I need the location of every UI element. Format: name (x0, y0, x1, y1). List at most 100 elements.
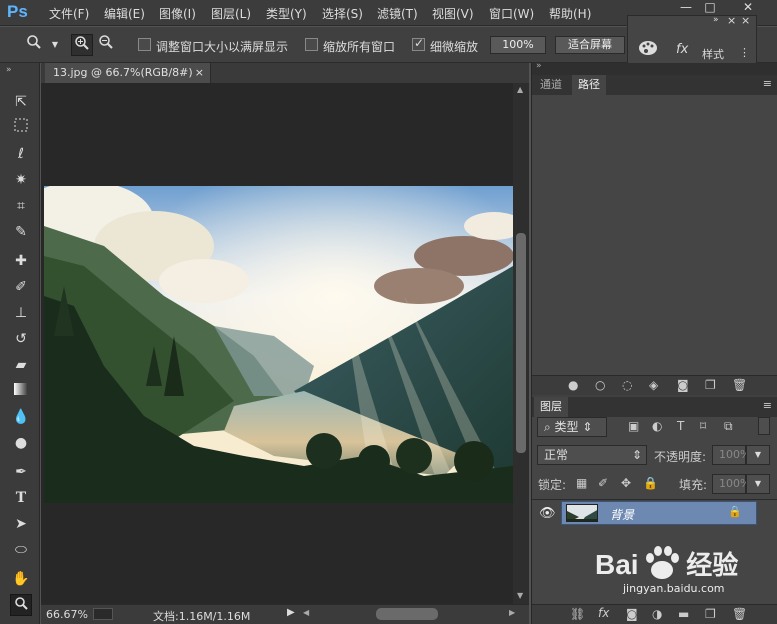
scroll-left-icon[interactable]: ◀ (303, 608, 309, 617)
status-menu-arrow-icon[interactable]: ▶ (287, 607, 295, 618)
actual-pixels-button[interactable]: 100% (490, 36, 546, 54)
filter-toggle[interactable] (758, 417, 770, 435)
stroke-path-icon[interactable]: ○ (595, 378, 605, 392)
palette-icon[interactable] (638, 40, 658, 60)
history-brush-icon[interactable]: ↺ (10, 328, 32, 350)
delete-path-icon[interactable]: 🗑 (732, 378, 747, 392)
new-group-icon[interactable]: ▬ (678, 607, 689, 621)
blend-mode-select[interactable]: 正常 ⇕ (537, 445, 647, 465)
close-button[interactable]: ✕ (737, 0, 759, 14)
hand-tool-icon[interactable]: ✋ (10, 568, 32, 590)
dodge-tool-icon[interactable]: ● (10, 432, 32, 454)
add-mask-icon[interactable]: ◙ (677, 378, 689, 392)
filter-shape-icon[interactable]: ⌑ (700, 419, 706, 433)
load-selection-icon[interactable]: ◌ (622, 378, 632, 392)
scroll-down-icon[interactable]: ▼ (517, 591, 523, 600)
zoom-in-icon[interactable] (71, 34, 93, 56)
styles-label[interactable]: 样式 (702, 46, 724, 62)
zoom-out-icon[interactable] (95, 34, 117, 56)
gradient-tool-icon[interactable] (10, 380, 32, 402)
tab-channels[interactable]: 通道 (534, 75, 568, 95)
menu-view[interactable]: 视图(V) (432, 5, 474, 22)
horizontal-scroll-thumb[interactable] (376, 608, 438, 620)
minimize-button[interactable]: — (675, 0, 697, 14)
zoom-tool-icon[interactable] (10, 594, 32, 616)
lasso-tool-icon[interactable]: ℓ (10, 143, 32, 165)
filter-pixel-icon[interactable]: ▣ (628, 419, 639, 433)
fill-path-icon[interactable]: ● (568, 378, 578, 392)
preset-dropdown-icon[interactable]: ▼ (44, 34, 66, 56)
zoom-readout[interactable]: 66.67% (46, 608, 88, 621)
fx-icon[interactable]: fx (676, 42, 688, 57)
menu-edit[interactable]: 编辑(E) (104, 5, 145, 22)
marquee-tool-icon[interactable] (10, 117, 32, 139)
scroll-right-icon[interactable]: ▶ (509, 608, 515, 617)
layer-mask-icon[interactable]: ◙ (626, 607, 638, 621)
tab-layers[interactable]: 图层 (534, 397, 568, 417)
paths-panel-body[interactable] (532, 95, 777, 375)
menu-image[interactable]: 图像(I) (159, 5, 196, 22)
panel-menu-icon[interactable]: ⋮ (739, 46, 750, 59)
make-workpath-icon[interactable]: ◈ (649, 378, 658, 392)
paths-panel-menu-icon[interactable]: ≡ (763, 77, 772, 90)
menu-filter[interactable]: 滤镜(T) (377, 5, 418, 22)
filter-type-icon[interactable]: T (677, 419, 684, 433)
zoom-tool-preset-icon[interactable] (23, 34, 45, 56)
ellipse-tool-icon[interactable]: ⬭ (10, 539, 32, 561)
pen-tool-icon[interactable]: ✒ (10, 461, 32, 483)
menu-type[interactable]: 类型(Y) (266, 5, 307, 22)
lock-all-icon[interactable]: 🔒 (643, 476, 658, 490)
path-selection-icon[interactable]: ➤ (10, 513, 32, 535)
link-layers-icon[interactable]: ⛓ (570, 607, 585, 621)
layers-panel-menu-icon[interactable]: ≡ (763, 399, 772, 412)
menu-select[interactable]: 选择(S) (322, 5, 363, 22)
fill-dropdown-icon[interactable]: ▼ (746, 474, 770, 494)
fit-screen-button[interactable]: 适合屏幕 (555, 36, 625, 54)
status-preview-icon[interactable] (93, 608, 113, 620)
panel-close-icon[interactable]: × (727, 14, 736, 27)
lock-position-icon[interactable]: ✥ (621, 476, 631, 490)
clone-stamp-icon[interactable]: ⊥ (10, 302, 32, 324)
scrubby-zoom-checkbox[interactable] (412, 36, 425, 51)
filter-kind-select[interactable]: ⌕ 类型 ⇕ (537, 417, 607, 437)
adjustment-layer-icon[interactable]: ◑ (652, 607, 662, 621)
collapse-icon[interactable]: » (713, 15, 719, 25)
fit-window-checkbox[interactable] (138, 38, 151, 51)
landscape-photo[interactable] (44, 186, 513, 503)
zoom-all-checkbox[interactable] (305, 38, 318, 51)
new-layer-icon[interactable]: ❐ (705, 607, 716, 621)
menu-window[interactable]: 窗口(W) (489, 5, 534, 22)
document-tab[interactable]: 13.jpg @ 66.7%(RGB/8#) × (45, 63, 211, 83)
lock-pixels-icon[interactable]: ✐ (598, 476, 608, 490)
visibility-eye-icon[interactable]: 👁 (539, 506, 556, 521)
menu-help[interactable]: 帮助(H) (549, 5, 591, 22)
brush-tool-icon[interactable]: ✐ (10, 276, 32, 298)
layer-row-background[interactable]: 背景 🔒 (561, 501, 757, 525)
scroll-up-icon[interactable]: ▲ (517, 85, 523, 94)
eyedropper-icon[interactable]: ✎ (10, 221, 32, 243)
menu-layer[interactable]: 图层(L) (211, 5, 251, 22)
toolbox-collapse-icon[interactable]: » (6, 65, 12, 75)
fill-input[interactable]: 100% (712, 474, 750, 494)
magic-wand-icon[interactable]: ✷ (10, 169, 32, 191)
blur-tool-icon[interactable]: 💧 (10, 406, 32, 428)
type-tool-icon[interactable]: T (10, 487, 32, 509)
dock-collapse-icon[interactable]: » (536, 61, 542, 71)
layer-style-icon[interactable]: fx (598, 606, 609, 620)
filter-smart-icon[interactable]: ⧉ (724, 419, 733, 434)
opacity-input[interactable]: 100% (712, 445, 750, 465)
panel-close-icon-2[interactable]: × (741, 14, 750, 27)
vertical-scroll-thumb[interactable] (516, 233, 526, 453)
healing-brush-icon[interactable]: ✚ (10, 250, 32, 272)
tab-paths[interactable]: 路径 (572, 75, 606, 95)
move-tool-icon[interactable]: ⇱ (10, 91, 32, 113)
delete-layer-icon[interactable]: 🗑 (732, 607, 747, 621)
lock-transparency-icon[interactable]: ▦ (576, 476, 587, 490)
maximize-button[interactable]: □ (699, 0, 721, 14)
document-close-icon[interactable]: × (195, 63, 204, 83)
vertical-scrollbar[interactable]: ▲ ▼ (513, 83, 529, 604)
layer-name[interactable]: 背景 (610, 506, 634, 523)
crop-tool-icon[interactable]: ⌗ (10, 195, 32, 217)
new-path-icon[interactable]: ❐ (705, 378, 716, 392)
opacity-dropdown-icon[interactable]: ▼ (746, 445, 770, 465)
